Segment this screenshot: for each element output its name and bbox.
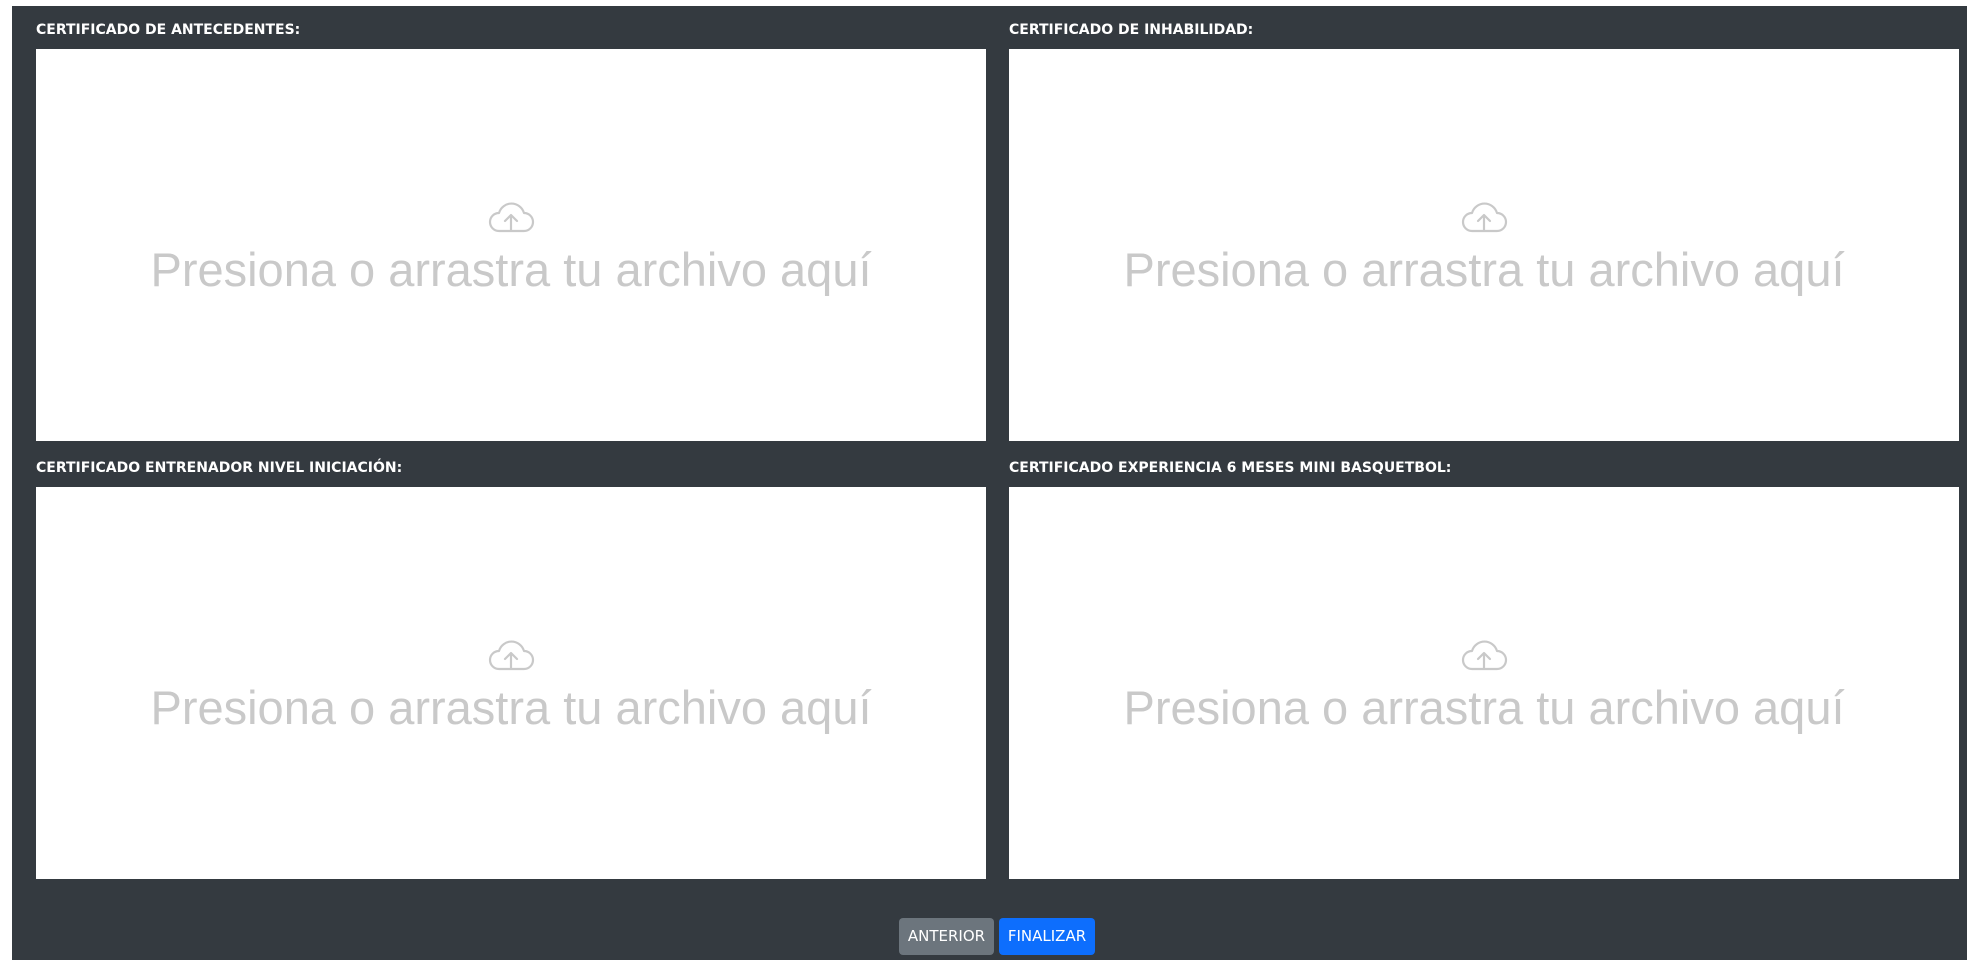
finish-button[interactable]: FINALIZAR (999, 918, 1095, 955)
cloud-upload-icon (1459, 199, 1509, 235)
label-certificado-experiencia-mini-basquetbol: CERTIFICADO EXPERIENCIA 6 MESES MINI BAS… (1009, 460, 1452, 476)
dropzone-placeholder: Presiona o arrastra tu archivo aquí (1123, 243, 1845, 296)
label-certificado-entrenador-nivel-iniciacion: CERTIFICADO ENTRENADOR NIVEL INICIACIÓN: (36, 460, 403, 476)
cloud-upload-icon (486, 637, 536, 673)
dropzone-certificado-inhabilidad[interactable]: Presiona o arrastra tu archivo aquí (1009, 49, 1959, 441)
dropzone-content: Presiona o arrastra tu archivo aquí (1009, 637, 1959, 735)
dropzone-placeholder: Presiona o arrastra tu archivo aquí (150, 243, 872, 296)
dropzone-placeholder: Presiona o arrastra tu archivo aquí (1123, 681, 1845, 734)
dropzone-content: Presiona o arrastra tu archivo aquí (36, 637, 986, 735)
dropzone-certificado-entrenador-nivel-iniciacion[interactable]: Presiona o arrastra tu archivo aquí (36, 487, 986, 879)
upload-form-panel: CERTIFICADO DE ANTECEDENTES: Presiona o … (12, 6, 1967, 960)
dropzone-certificado-experiencia-mini-basquetbol[interactable]: Presiona o arrastra tu archivo aquí (1009, 487, 1959, 879)
dropzone-content: Presiona o arrastra tu archivo aquí (1009, 199, 1959, 297)
cloud-upload-icon (1459, 637, 1509, 673)
dropzone-content: Presiona o arrastra tu archivo aquí (36, 199, 986, 297)
cloud-upload-icon (486, 199, 536, 235)
label-certificado-inhabilidad: CERTIFICADO DE INHABILIDAD: (1009, 22, 1254, 38)
label-certificado-antecedentes: CERTIFICADO DE ANTECEDENTES: (36, 22, 301, 38)
dropzone-certificado-antecedentes[interactable]: Presiona o arrastra tu archivo aquí (36, 49, 986, 441)
dropzone-placeholder: Presiona o arrastra tu archivo aquí (150, 681, 872, 734)
previous-button[interactable]: ANTERIOR (899, 918, 994, 955)
